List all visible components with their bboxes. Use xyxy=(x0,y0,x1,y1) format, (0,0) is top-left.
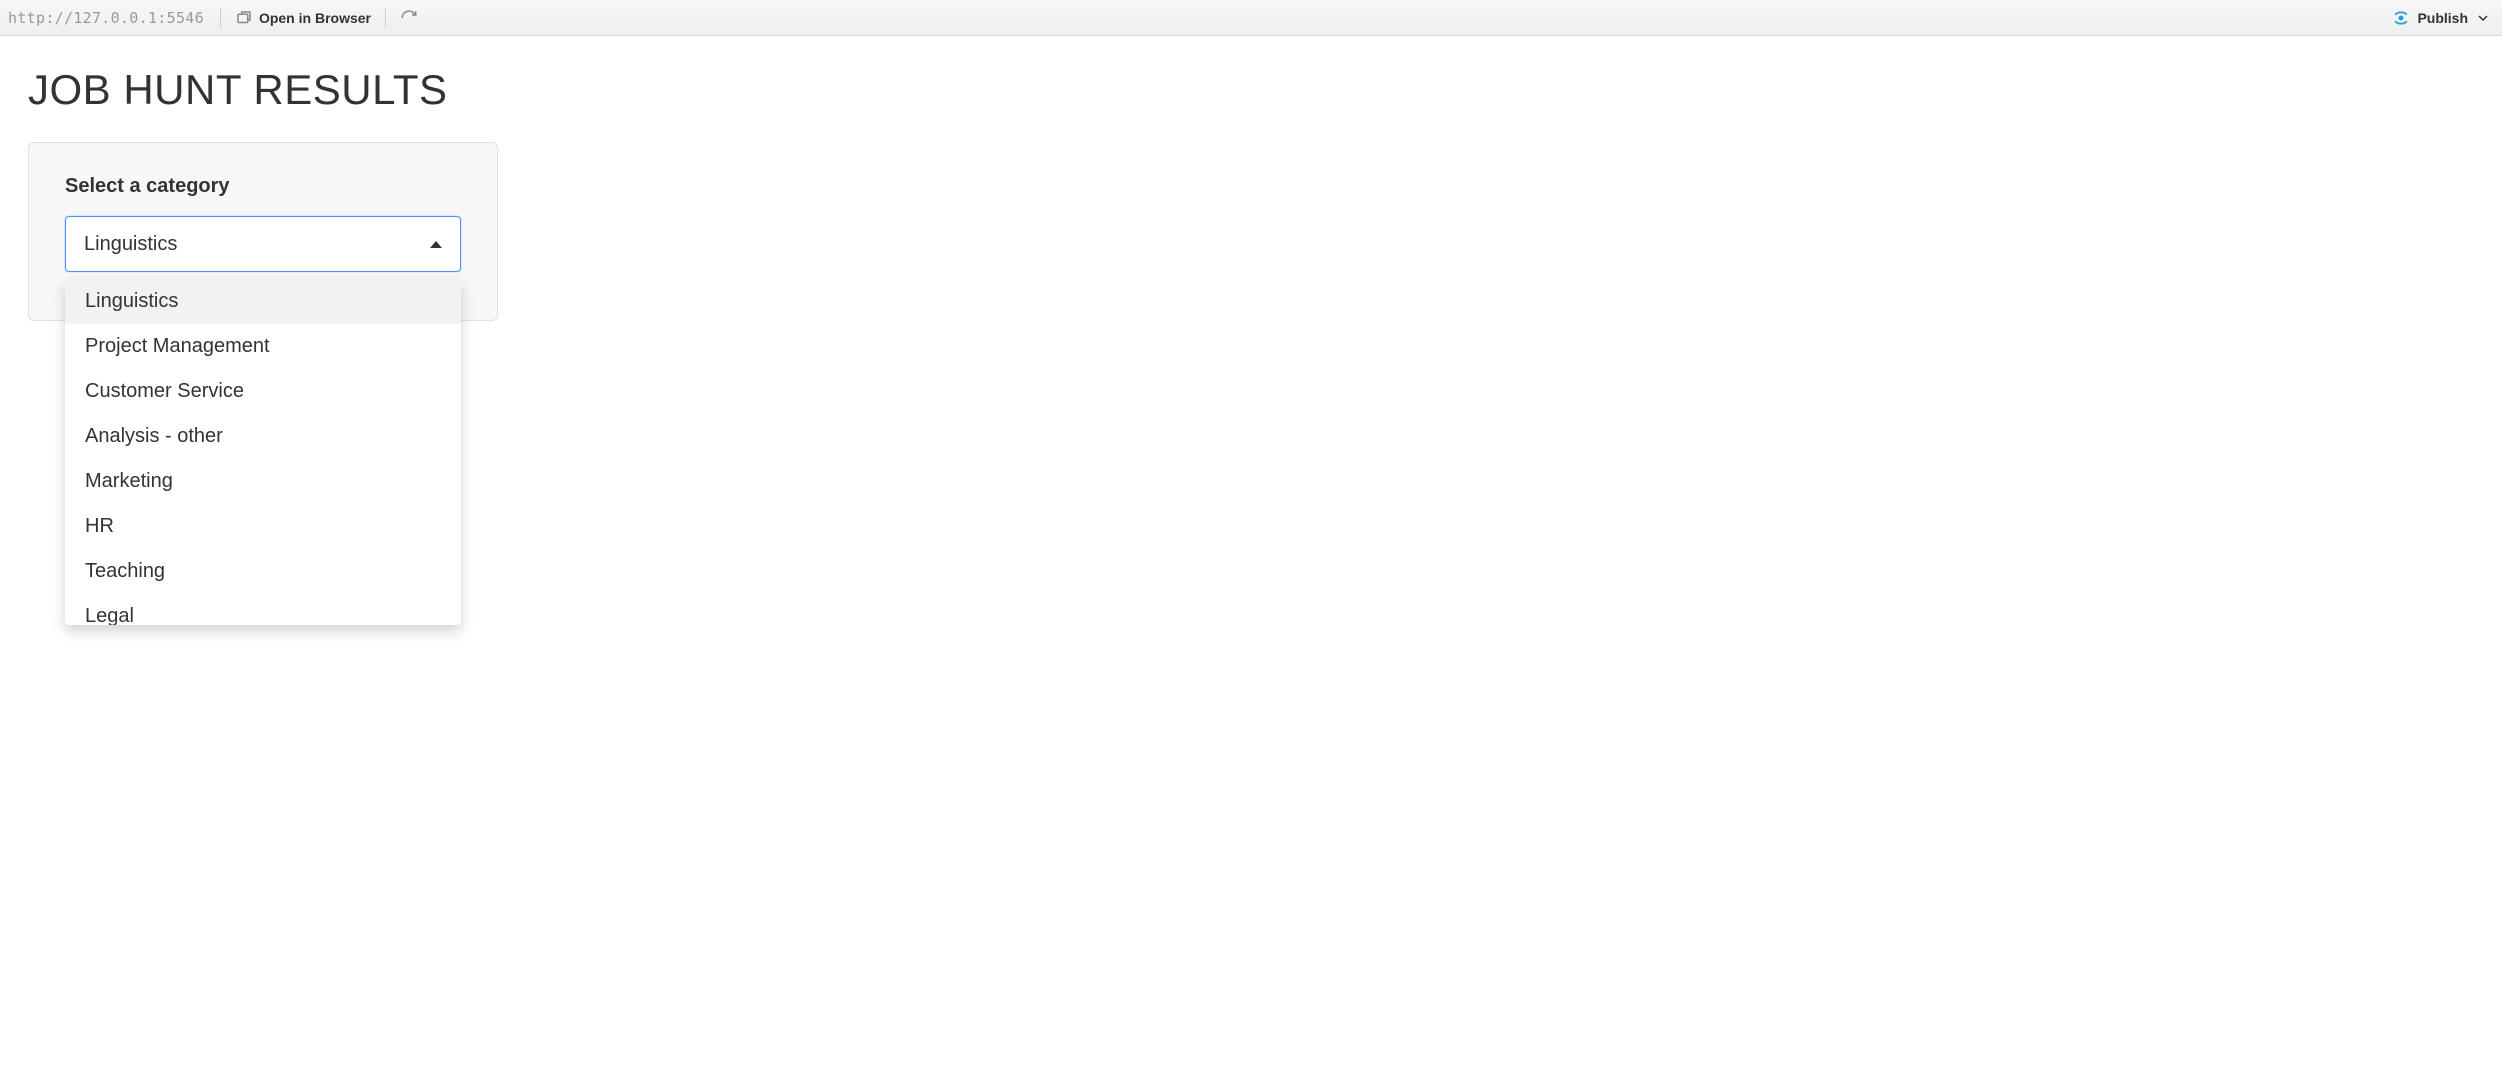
open-in-browser-label: Open in Browser xyxy=(259,10,371,26)
toolbar-separator xyxy=(220,8,221,28)
dropdown-option[interactable]: Customer Service xyxy=(65,369,461,414)
publish-button[interactable]: Publish xyxy=(2385,6,2494,30)
dropdown-option[interactable]: Marketing xyxy=(65,459,461,504)
select-dropdown: Linguistics Project Management Customer … xyxy=(65,279,461,625)
dropdown-option[interactable]: Analysis - other xyxy=(65,414,461,459)
category-panel: Select a category Linguistics Linguistic… xyxy=(28,142,498,321)
dropdown-option[interactable]: HR xyxy=(65,504,461,549)
page-title: JOB HUNT RESULTS xyxy=(28,66,2474,114)
select-control[interactable]: Linguistics xyxy=(65,216,461,272)
refresh-icon xyxy=(400,9,418,27)
dropdown-option[interactable]: Legal xyxy=(65,594,461,625)
dropdown-option[interactable]: Linguistics xyxy=(65,279,461,324)
dropdown-option[interactable]: Teaching xyxy=(65,549,461,594)
popout-window-icon xyxy=(235,9,253,27)
publish-label: Publish xyxy=(2417,10,2468,26)
open-in-browser-button[interactable]: Open in Browser xyxy=(229,7,377,29)
url-display: http://127.0.0.1:5546 xyxy=(8,9,212,27)
select-value: Linguistics xyxy=(84,233,177,256)
caret-up-icon xyxy=(430,241,442,248)
category-select: Linguistics Linguistics Project Manageme… xyxy=(65,216,461,272)
publish-icon xyxy=(2391,8,2411,28)
chevron-down-icon xyxy=(2478,13,2488,23)
refresh-button[interactable] xyxy=(394,7,424,29)
toolbar: http://127.0.0.1:5546 Open in Browser xyxy=(0,0,2502,36)
dropdown-option[interactable]: Project Management xyxy=(65,324,461,369)
toolbar-separator xyxy=(385,8,386,28)
select-label: Select a category xyxy=(65,175,461,198)
page-content: JOB HUNT RESULTS Select a category Lingu… xyxy=(0,36,2502,351)
